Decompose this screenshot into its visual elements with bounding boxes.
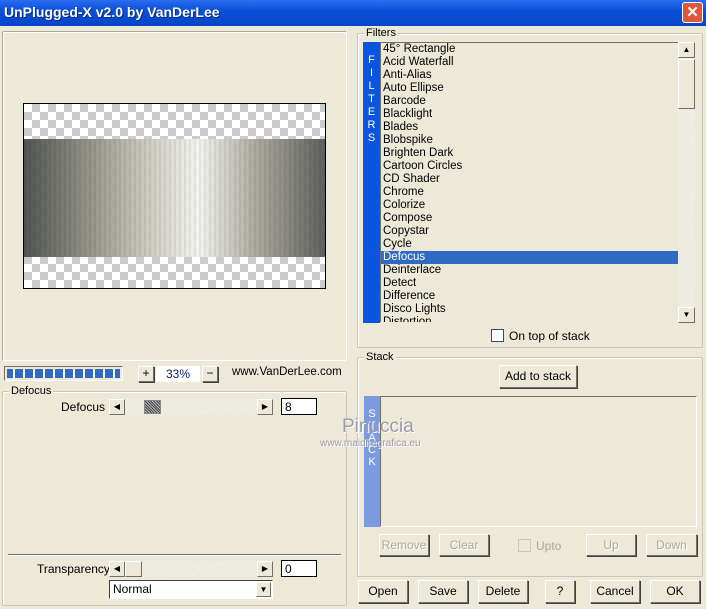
filter-item[interactable]: Deinterlace [381,264,678,277]
slider-right-arrow-icon[interactable]: ▶ [257,399,273,415]
remove-button[interactable]: Remove [379,534,429,556]
filter-item[interactable]: Cycle [381,238,678,251]
zoom-value: 33% [156,366,200,382]
slider-thumb[interactable] [144,400,161,414]
filter-item[interactable]: Colorize [381,199,678,212]
close-icon: ✕ [686,4,699,21]
filter-item[interactable]: Acid Waterfall [381,56,678,69]
zoom-in-button[interactable]: + [138,366,154,382]
transparency-label: Transparency [37,562,110,576]
add-to-stack-button[interactable]: Add to stack [499,365,577,388]
save-button[interactable]: Save [418,580,468,603]
filter-item[interactable]: Blades [381,121,678,134]
cancel-button[interactable]: Cancel [590,580,640,603]
filter-item[interactable]: Blacklight [381,108,678,121]
stack-group-label: Stack [364,351,396,363]
filters-scrollbar[interactable]: ▲ ▼ [678,42,695,323]
open-button[interactable]: Open [358,580,408,603]
filter-item[interactable]: Detect [381,277,678,290]
filter-item[interactable]: 45° Rectangle [381,43,678,56]
blend-mode-select[interactable]: Normal ▼ [109,580,273,599]
title-bar: UnPlugged-X v2.0 by VanDerLee [0,0,706,26]
scroll-up-icon[interactable]: ▲ [678,42,695,58]
filter-item[interactable]: Chrome [381,186,678,199]
stack-list[interactable] [380,396,697,527]
on-top-label: On top of stack [509,329,590,343]
filter-item[interactable]: Auto Ellipse [381,82,678,95]
filter-item[interactable]: Distortion [381,316,678,322]
scroll-down-icon[interactable]: ▼ [678,307,695,323]
filter-item[interactable]: Blobspike [381,134,678,147]
slider-thumb[interactable] [125,561,142,577]
window-title: UnPlugged-X v2.0 by VanDerLee [4,4,220,20]
filter-item[interactable]: Anti-Alias [381,69,678,82]
slider-left-arrow-icon[interactable]: ◀ [109,561,125,577]
preview-image [23,103,326,289]
up-button[interactable]: Up [586,534,636,556]
filter-item[interactable]: Barcode [381,95,678,108]
filter-item[interactable]: Difference [381,290,678,303]
filter-item[interactable]: Brighten Dark [381,147,678,160]
defocus-slider[interactable]: ◀ ▶ [109,399,273,415]
filters-strip: FILTERS [363,42,380,323]
filter-item[interactable]: Copystar [381,225,678,238]
filter-item[interactable]: Compose [381,212,678,225]
help-button[interactable]: ? [545,580,575,603]
defocus-label: Defocus [61,400,106,414]
zoom-out-button[interactable]: − [202,366,218,382]
filters-list[interactable]: 45° Rectangle Acid Waterfall Anti-Alias Aut… [380,42,678,322]
transparency-value-input[interactable]: 0 [281,560,317,577]
filter-item[interactable]: Disco Lights [381,303,678,316]
clear-button[interactable]: Clear [439,534,489,556]
filter-item[interactable]: CD Shader [381,173,678,186]
upto-checkbox[interactable] [518,539,531,552]
website-link[interactable]: www.VanDerLee.com [232,366,342,378]
close-button[interactable]: ✕ [682,2,703,23]
filter-item[interactable]: Defocus [381,251,678,264]
slider-right-arrow-icon[interactable]: ▶ [257,561,273,577]
on-top-checkbox[interactable] [491,329,504,342]
chevron-down-icon[interactable]: ▼ [256,582,271,597]
upto-label: Upto [536,539,562,553]
down-button[interactable]: Down [646,534,697,556]
ok-button[interactable]: OK [650,580,700,603]
scroll-thumb[interactable] [678,59,695,109]
slider-left-arrow-icon[interactable]: ◀ [109,399,125,415]
delete-button[interactable]: Delete [478,580,528,603]
watermark: Pinuccia www.maidiregrafica.eu [320,416,421,449]
transparency-slider[interactable]: ◀ ▶ [109,561,273,577]
progress-bar [4,366,123,381]
filters-group-label: Filters [364,27,398,39]
divider [8,554,341,556]
defocus-value-input[interactable]: 8 [281,398,317,415]
defocus-group-label: Defocus [9,385,54,397]
filter-item[interactable]: Cartoon Circles [381,160,678,173]
